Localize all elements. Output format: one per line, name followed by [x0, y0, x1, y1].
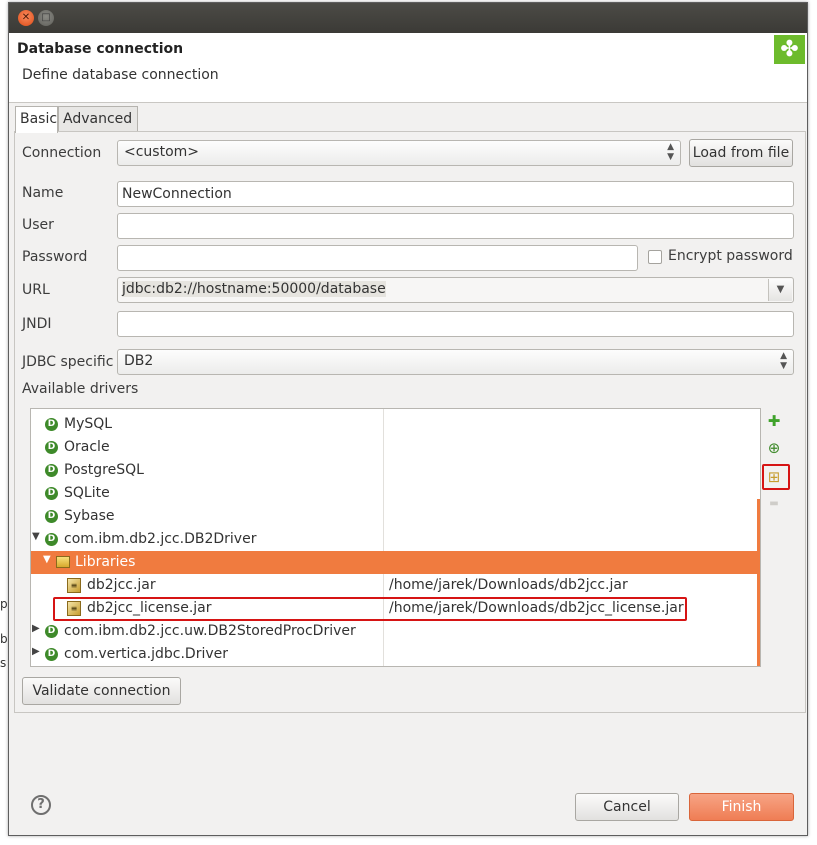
tree-item-path: /home/jarek/Downloads/db2jcc.jar [389, 577, 628, 593]
maximize-window-icon[interactable]: □ [38, 10, 54, 26]
user-label: User [22, 217, 54, 233]
remove-driver-icon[interactable]: ▬ [765, 495, 783, 513]
tree-row-db2driver[interactable]: ▼ D com.ibm.db2.jcc.DB2Driver [31, 528, 757, 551]
background-text-fragment: s [0, 656, 7, 670]
expanded-triangle-icon[interactable]: ▼ [43, 554, 51, 565]
user-input[interactable] [117, 213, 794, 239]
tree-item-label: com.ibm.db2.jcc.uw.DB2StoredProcDriver [64, 623, 356, 639]
tree-row-db2storedprocdriver[interactable]: ▶ D com.ibm.db2.jcc.uw.DB2StoredProcDriv… [31, 620, 757, 643]
driver-icon: D [45, 533, 58, 546]
url-label: URL [22, 282, 50, 298]
password-label: Password [22, 249, 88, 265]
spinner-arrows-icon: ▲ ▼ [667, 142, 674, 162]
dialog-subtitle: Define database connection [22, 67, 219, 83]
tree-item-label: Sybase [64, 508, 115, 524]
dialog-header: Database connection Define database conn… [9, 33, 807, 103]
url-combo[interactable]: jdbc:db2://hostname:50000/database ▼ [117, 277, 794, 303]
cancel-button[interactable]: Cancel [575, 793, 679, 821]
driver-icon: D [45, 648, 58, 661]
driver-icon: D [45, 464, 58, 477]
name-label: Name [22, 185, 64, 201]
tree-item-label: com.vertica.jdbc.Driver [64, 646, 229, 662]
chevron-down-icon[interactable]: ▼ [768, 279, 792, 301]
tree-item-label: SQLite [64, 485, 110, 501]
encrypt-password-label[interactable]: Encrypt password [668, 248, 793, 264]
spinner-arrows-icon: ▲ ▼ [780, 351, 787, 371]
drivers-tree[interactable]: D MySQL D Oracle D PostgreSQL D SQLite D… [30, 408, 761, 667]
tab-basic[interactable]: Basic [15, 106, 58, 133]
validate-connection-button[interactable]: Validate connection [22, 677, 181, 705]
jdbc-specific-label: JDBC specific [22, 354, 114, 370]
driver-icon: D [45, 510, 58, 523]
available-drivers-label: Available drivers [22, 381, 139, 397]
driver-icon: D [45, 487, 58, 500]
tree-row-db2jcc-jar[interactable]: ≡ db2jcc.jar /home/jarek/Downloads/db2jc… [31, 574, 757, 597]
background-text-fragment: b [0, 632, 8, 646]
driver-icon: D [45, 441, 58, 454]
tree-item-label: com.ibm.db2.jcc.DB2Driver [64, 531, 257, 547]
tree-row-vertica-driver[interactable]: ▶ D com.vertica.jdbc.Driver [31, 643, 757, 666]
jar-file-icon: ≡ [67, 601, 81, 616]
dialog-title: Database connection [17, 41, 184, 57]
tree-row-mysql[interactable]: D MySQL [31, 413, 757, 436]
jar-file-icon: ≡ [67, 578, 81, 593]
password-input[interactable] [117, 245, 638, 271]
finish-button[interactable]: Finish [689, 793, 794, 821]
collapsed-triangle-icon[interactable]: ▶ [32, 623, 40, 634]
tree-row-sqlite[interactable]: D SQLite [31, 482, 757, 505]
load-from-file-button[interactable]: Load from file [689, 139, 793, 167]
jndi-label: JNDI [22, 316, 52, 332]
collapsed-triangle-icon[interactable]: ▶ [32, 646, 40, 657]
jndi-input[interactable] [117, 311, 794, 337]
tree-row-postgresql[interactable]: D PostgreSQL [31, 459, 757, 482]
tree-item-label: PostgreSQL [64, 462, 144, 478]
app-logo-icon: ✤ [774, 35, 805, 64]
help-icon[interactable]: ? [31, 795, 51, 815]
basic-tab-panel: Connection <custom> ▲ ▼ Load from file Na… [14, 131, 806, 713]
encrypt-password-checkbox[interactable] [648, 250, 662, 264]
url-value[interactable]: jdbc:db2://hostname:50000/database [122, 281, 386, 297]
connection-label: Connection [22, 145, 102, 161]
tree-item-label: db2jcc_license.jar [87, 600, 212, 616]
close-window-icon[interactable]: ✕ [18, 10, 34, 26]
window-titlebar[interactable]: ✕ □ [9, 3, 807, 33]
tree-row-db2jcc-license-jar[interactable]: ≡ db2jcc_license.jar /home/jarek/Downloa… [31, 597, 757, 620]
tree-item-label: Libraries [75, 554, 136, 570]
tree-row-libraries[interactable]: ▼ Libraries [31, 551, 757, 574]
tree-item-label: MySQL [64, 416, 113, 432]
tree-row-sybase[interactable]: D Sybase [31, 505, 757, 528]
add-driver-variant-icon[interactable]: ⊕ [765, 439, 783, 457]
driver-icon: D [45, 418, 58, 431]
connection-select-value: <custom> [124, 144, 200, 160]
add-driver-icon[interactable]: ✚ [765, 412, 783, 430]
libraries-folder-icon [56, 556, 70, 568]
database-connection-dialog: ✕ □ Database connection Define database … [8, 2, 808, 836]
jdbc-specific-value: DB2 [124, 353, 154, 369]
tree-item-label: Oracle [64, 439, 110, 455]
tab-advanced[interactable]: Advanced [58, 106, 138, 132]
add-library-icon[interactable]: ⊞ [765, 468, 783, 486]
background-text-fragment: p [0, 597, 8, 611]
driver-icon: D [45, 625, 58, 638]
tree-item-path: /home/jarek/Downloads/db2jcc_license.jar [389, 600, 684, 616]
expanded-triangle-icon[interactable]: ▼ [32, 531, 40, 542]
name-input[interactable] [117, 181, 794, 207]
tree-row-oracle[interactable]: D Oracle [31, 436, 757, 459]
scrollbar[interactable] [757, 499, 760, 666]
connection-select[interactable]: <custom> ▲ ▼ [117, 140, 681, 166]
jdbc-specific-select[interactable]: DB2 ▲ ▼ [117, 349, 794, 375]
tree-item-label: db2jcc.jar [87, 577, 156, 593]
